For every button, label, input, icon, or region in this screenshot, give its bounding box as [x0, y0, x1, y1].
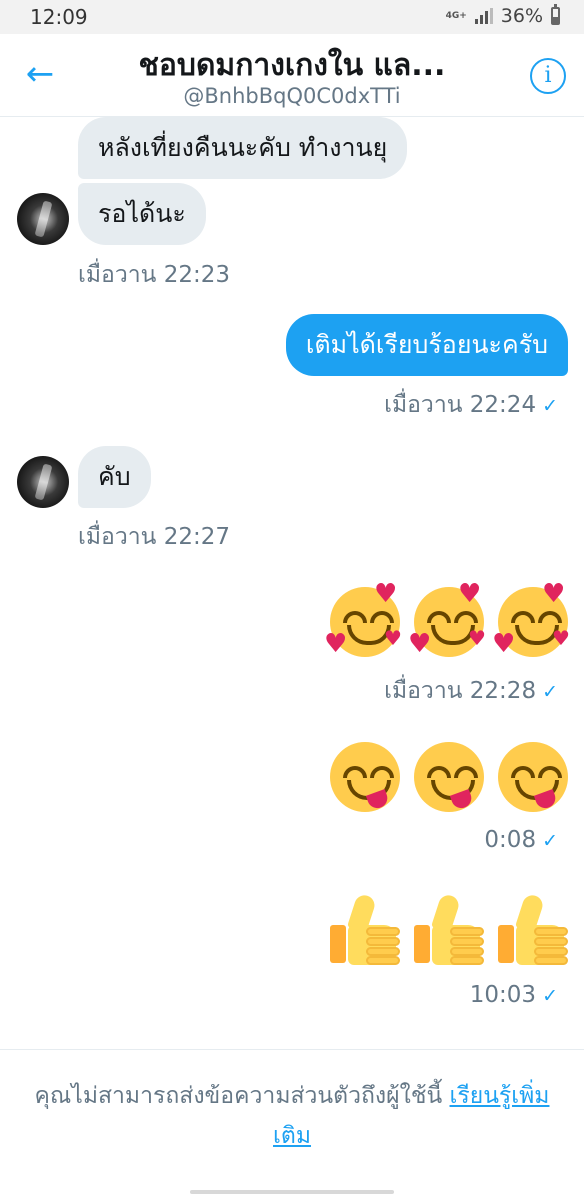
- avatar[interactable]: [17, 456, 69, 508]
- info-icon[interactable]: i: [530, 58, 566, 94]
- status-time: 12:09: [30, 5, 88, 29]
- thumbs-up-icon: [330, 892, 400, 967]
- message-list[interactable]: หลังเที่ยงคืนนะคับ ทำงานยุ รอได้นะ เมื่อ…: [0, 117, 584, 1049]
- notice-text: คุณไม่สามารถส่งข้อความส่วนตัวถึงผู้ใช้นี…: [34, 1083, 443, 1109]
- avatar[interactable]: [17, 193, 69, 245]
- emoji-message[interactable]: [330, 742, 568, 812]
- checkmark-icon: ✓: [542, 681, 558, 703]
- smiling-face-with-hearts-icon: ♥ ♥ ♥: [408, 579, 486, 659]
- message-timestamp: เมื่อวาน 22:23: [78, 262, 230, 288]
- face-savoring-food-icon: [414, 742, 484, 812]
- signal-icon: [474, 8, 493, 24]
- conversation-header: ← ชอบดมกางเกงใน แล... @BnhbBqQ0C0dxTTi i: [0, 34, 584, 117]
- conversation-title: ชอบดมกางเกงใน แล...: [138, 48, 446, 83]
- battery-percent: 36%: [500, 5, 543, 27]
- face-savoring-food-icon: [330, 742, 400, 812]
- incoming-message[interactable]: หลังเที่ยงคืนนะคับ ทำงานยุ: [78, 117, 408, 179]
- home-indicator[interactable]: [190, 1190, 394, 1194]
- face-savoring-food-icon: [498, 742, 568, 812]
- system-nav-bar: [0, 1180, 584, 1200]
- conversation-handle: @BnhbBqQ0C0dxTTi: [183, 84, 401, 108]
- message-timestamp: 0:08 ✓: [484, 827, 558, 853]
- smiling-face-with-hearts-icon: ♥ ♥ ♥: [324, 579, 402, 659]
- checkmark-icon: ✓: [542, 395, 558, 417]
- checkmark-icon: ✓: [542, 985, 558, 1007]
- message-timestamp: เมื่อวาน 22:27: [78, 524, 230, 550]
- timestamp-text: 0:08: [484, 827, 537, 853]
- status-bar: 12:09 4G+ 36%: [0, 0, 584, 34]
- arrow-left-icon[interactable]: ←: [20, 56, 60, 96]
- timestamp-text: เมื่อวาน 22:28: [384, 678, 537, 704]
- message-timestamp: 10:03 ✓: [470, 982, 558, 1008]
- outgoing-message[interactable]: เติมได้เรียบร้อยนะครับ: [285, 314, 568, 376]
- footer-divider: [0, 1049, 584, 1050]
- thumbs-up-icon: [498, 892, 568, 967]
- timestamp-text: 10:03: [469, 982, 537, 1008]
- battery-icon: [551, 4, 560, 25]
- status-indicators: 4G+ 36%: [445, 4, 560, 27]
- checkmark-icon: ✓: [542, 830, 558, 852]
- message-timestamp: เมื่อวาน 22:28 ✓: [384, 673, 558, 709]
- message-timestamp: เมื่อวาน 22:24 ✓: [384, 387, 558, 423]
- emoji-message[interactable]: ♥ ♥ ♥ ♥ ♥ ♥ ♥ ♥ ♥: [324, 579, 570, 659]
- emoji-message[interactable]: [330, 892, 568, 967]
- incoming-message[interactable]: รอได้นะ: [78, 183, 206, 245]
- timestamp-text: เมื่อวาน 22:24: [384, 392, 537, 418]
- thumbs-up-icon: [414, 892, 484, 967]
- smiling-face-with-hearts-icon: ♥ ♥ ♥: [492, 579, 570, 659]
- incoming-message[interactable]: คับ: [78, 446, 151, 508]
- cannot-message-notice: คุณไม่สามารถส่งข้อความส่วนตัวถึงผู้ใช้นี…: [20, 1076, 564, 1156]
- network-type: 4G+: [445, 10, 467, 21]
